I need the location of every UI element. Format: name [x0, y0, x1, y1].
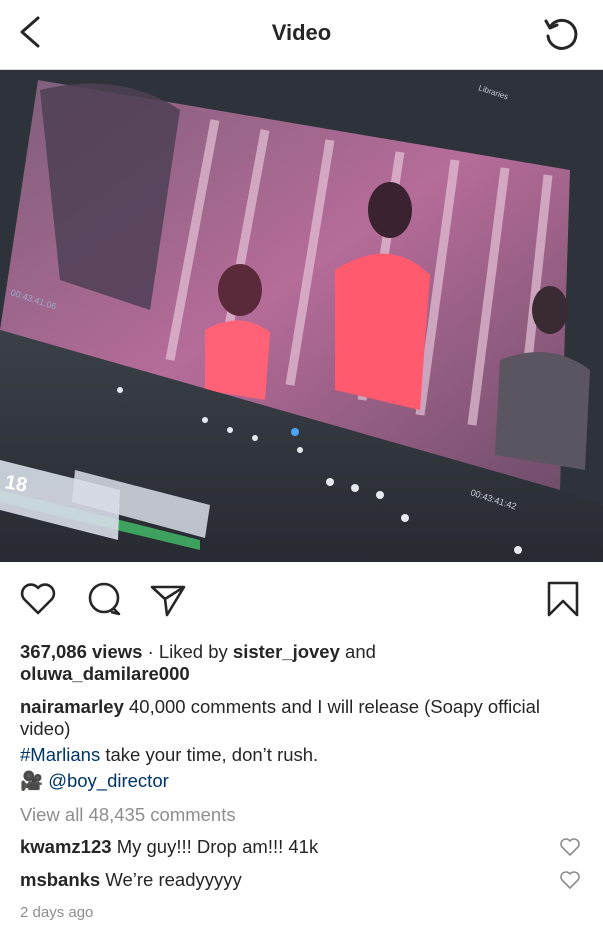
- share-icon[interactable]: [148, 579, 188, 619]
- comment-like-heart-icon[interactable]: [559, 836, 581, 858]
- liked-by-user-2[interactable]: oluwa_damilare000: [20, 663, 190, 684]
- comment-text: We’re readyyyyy: [105, 869, 242, 890]
- caption-username[interactable]: nairamarley: [20, 696, 124, 717]
- caption-mention[interactable]: @boy_director: [48, 770, 169, 791]
- view-all-comments[interactable]: View all 48,435 comments: [20, 804, 585, 826]
- caption-line-3: 🎥 @boy_director: [20, 770, 585, 792]
- comment-item: msbanks We’re readyyyyy: [20, 869, 560, 891]
- views-likes: 367,086 views · Liked by sister_jovey an…: [20, 641, 585, 685]
- screen-bottom-label: 18: [3, 471, 29, 497]
- video-player[interactable]: 00:43:41:06 00:43:41:42 Libraries 18: [0, 70, 603, 562]
- camera-emoji: 🎥: [20, 770, 44, 791]
- views-count[interactable]: 367,086 views: [20, 641, 142, 662]
- liked-by-and: and: [345, 641, 376, 662]
- caption-hashtag-rest: take your time, don’t rush.: [105, 744, 319, 765]
- liked-by-user-1[interactable]: sister_jovey: [233, 641, 340, 662]
- post-timestamp: 2 days ago: [20, 904, 94, 921]
- replay-icon[interactable]: [541, 14, 581, 54]
- caption: nairamarley 40,000 comments and I will r…: [20, 696, 585, 740]
- comment-username[interactable]: kwamz123: [20, 836, 112, 857]
- post-actions: [0, 575, 603, 630]
- liked-by-prefix: · Liked by: [147, 641, 228, 662]
- comment-icon[interactable]: [84, 579, 124, 619]
- comment-username[interactable]: msbanks: [20, 869, 100, 890]
- comment-text: My guy!!! Drop am!!! 41k: [116, 836, 319, 857]
- comment-item: kwamz123 My guy!!! Drop am!!! 41k: [20, 836, 560, 858]
- caption-line-2: #Marlians take your time, don’t rush.: [20, 744, 585, 766]
- caption-hashtag[interactable]: #Marlians: [20, 744, 100, 765]
- page-title: Video: [271, 20, 332, 45]
- top-bar: Video: [0, 0, 603, 70]
- heart-icon[interactable]: [18, 579, 58, 619]
- video-frame: 00:43:41:06 00:43:41:42 Libraries 18: [0, 70, 603, 562]
- comment-like-heart-icon[interactable]: [559, 869, 581, 891]
- bookmark-icon[interactable]: [543, 579, 583, 619]
